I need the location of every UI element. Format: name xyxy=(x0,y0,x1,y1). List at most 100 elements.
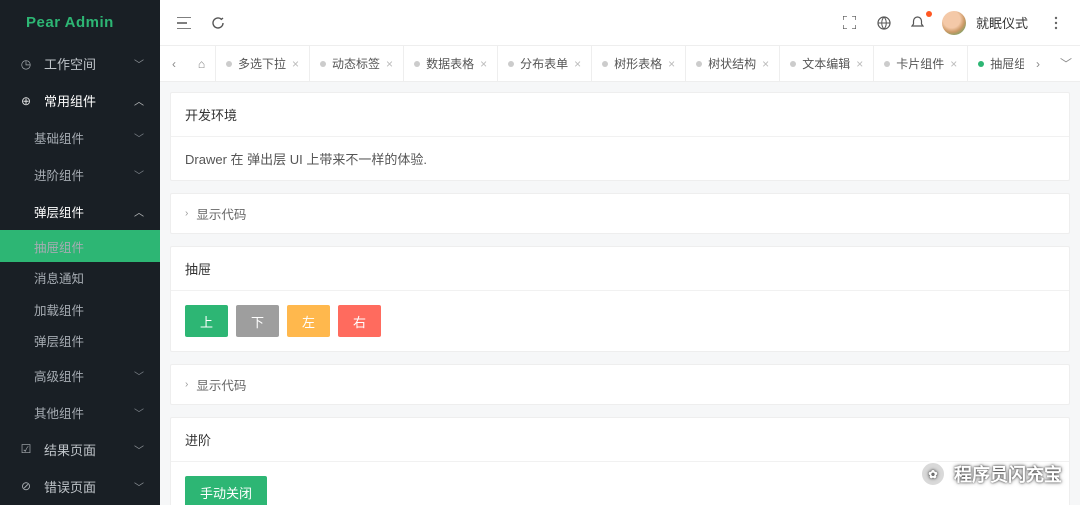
card-title: 抽屉 xyxy=(171,247,1069,291)
tabs-scroll-right[interactable]: › xyxy=(1024,46,1052,81)
tab-dot-icon xyxy=(320,61,326,67)
tab-dot-icon xyxy=(414,61,420,67)
close-icon[interactable]: × xyxy=(762,57,769,71)
menu-label: 工作空间 xyxy=(44,54,96,73)
tab-label: 树形表格 xyxy=(614,55,662,72)
tab-label: 文本编辑 xyxy=(802,55,850,72)
tab-dot-icon xyxy=(884,61,890,67)
language-button[interactable] xyxy=(870,9,898,37)
chevron-down-icon: ﹀ xyxy=(134,130,144,145)
tab-label: 动态标签 xyxy=(332,55,380,72)
sidebar: Pear Admin ◷ 工作空间 ﹀ ⊕ 常用组件 ︿ 基础组件 ﹀ 进阶组件… xyxy=(0,0,160,505)
close-icon[interactable]: × xyxy=(480,57,487,71)
tab-dot-icon xyxy=(978,61,984,67)
username[interactable]: 就眠仪式 xyxy=(976,13,1036,32)
drawer-down-button[interactable]: 下 xyxy=(236,305,279,337)
card-advanced: 进阶 手动关闭 xyxy=(170,417,1070,505)
tab-drawer[interactable]: 抽屉组件× xyxy=(968,46,1024,81)
menu-indent-icon xyxy=(177,17,191,29)
tab-label: 树状结构 xyxy=(708,55,756,72)
close-icon[interactable]: × xyxy=(292,57,299,71)
tab-dot-icon xyxy=(696,61,702,67)
globe-icon xyxy=(877,16,891,30)
close-icon[interactable]: × xyxy=(950,57,957,71)
menu-components[interactable]: ⊕ 常用组件 ︿ xyxy=(0,82,160,119)
topbar: 就眠仪式 xyxy=(160,0,1080,46)
chevron-down-icon: ﹀ xyxy=(134,442,144,457)
tab-label: 卡片组件 xyxy=(896,55,944,72)
chevron-down-icon: ﹀ xyxy=(134,56,144,71)
tab-text-editor[interactable]: 文本编辑 × xyxy=(780,46,874,81)
menu-label: 结果页面 xyxy=(44,440,96,459)
more-vertical-icon xyxy=(1054,16,1058,30)
menu-drawer[interactable]: 抽屉组件 xyxy=(0,230,160,262)
refresh-icon xyxy=(211,16,225,30)
chevron-right-icon: › xyxy=(185,208,188,219)
menu-other-components[interactable]: 其他组件 ﹀ xyxy=(0,394,160,431)
drawer-left-button[interactable]: 左 xyxy=(287,305,330,337)
menu-result-pages[interactable]: ☑ 结果页面 ﹀ xyxy=(0,431,160,468)
menu-label: 弹层组件 xyxy=(34,202,84,221)
card-title: 开发环境 xyxy=(171,93,1069,137)
chevron-up-icon: ︿ xyxy=(134,93,144,108)
tab-tree-struct[interactable]: 树状结构 × xyxy=(686,46,780,81)
menu-notification[interactable]: 消息通知 xyxy=(0,262,160,294)
fullscreen-button[interactable] xyxy=(836,9,864,37)
chevron-down-icon: ﹀ xyxy=(134,479,144,494)
close-icon[interactable]: × xyxy=(856,57,863,71)
card-drawer: 抽屉 上 下 左 右 xyxy=(170,246,1070,352)
clock-icon: ◷ xyxy=(18,57,34,71)
tab-label: 抽屉组件 xyxy=(990,55,1024,72)
tabs-scroll-left[interactable]: ‹ xyxy=(160,46,188,81)
manual-close-button[interactable]: 手动关闭 xyxy=(185,476,267,505)
notifications-button[interactable] xyxy=(904,9,932,37)
menu-layer[interactable]: 弹层组件 xyxy=(0,325,160,357)
chevron-down-icon: ﹀ xyxy=(134,368,144,383)
drawer-right-button[interactable]: 右 xyxy=(338,305,381,337)
avatar[interactable] xyxy=(942,11,966,35)
menu-label: 错误页面 xyxy=(44,477,96,496)
menu-label: 高级组件 xyxy=(34,366,84,385)
cube-icon: ⊕ xyxy=(18,94,34,108)
card-body: Drawer 在 弹出层 UI 上带来不一样的体验. xyxy=(171,137,1069,180)
tab-tree-table[interactable]: 树形表格 × xyxy=(592,46,686,81)
tabs-bar: ‹ ⌂ 多选下拉 × 动态标签 × 数据表格 × 分布表单 × 树形表格 × 树状结构 × … xyxy=(160,46,1080,82)
tab-dynamic-tag[interactable]: 动态标签 × xyxy=(310,46,404,81)
more-button[interactable] xyxy=(1042,9,1070,37)
content: 开发环境 Drawer 在 弹出层 UI 上带来不一样的体验. › 显示代码 抽屉… xyxy=(160,82,1080,505)
tab-label: 分布表单 xyxy=(520,55,568,72)
tab-home[interactable]: ⌂ xyxy=(188,46,216,81)
tab-data-table[interactable]: 数据表格 × xyxy=(404,46,498,81)
collapse-show-code-1[interactable]: › 显示代码 xyxy=(170,193,1070,234)
collapse-sidebar-button[interactable] xyxy=(170,9,198,37)
drawer-up-button[interactable]: 上 xyxy=(185,305,228,337)
tab-label: 多选下拉 xyxy=(238,55,286,72)
menu-basic-components[interactable]: 基础组件 ﹀ xyxy=(0,119,160,156)
close-icon[interactable]: × xyxy=(668,57,675,71)
refresh-button[interactable] xyxy=(204,9,232,37)
menu-advanced-components[interactable]: 进阶组件 ﹀ xyxy=(0,156,160,193)
menu-senior-components[interactable]: 高级组件 ﹀ xyxy=(0,357,160,394)
card-dev-env: 开发环境 Drawer 在 弹出层 UI 上带来不一样的体验. xyxy=(170,92,1070,181)
tab-card[interactable]: 卡片组件 × xyxy=(874,46,968,81)
tab-step-form[interactable]: 分布表单 × xyxy=(498,46,592,81)
card-title: 进阶 xyxy=(171,418,1069,462)
menu-error-pages[interactable]: ⊘ 错误页面 ﹀ xyxy=(0,468,160,505)
menu-label: 加载组件 xyxy=(34,300,84,319)
collapse-label: 显示代码 xyxy=(196,204,246,223)
collapse-show-code-2[interactable]: ›显示代码 xyxy=(170,364,1070,405)
menu-layer-components[interactable]: 弹层组件 ︿ xyxy=(0,193,160,230)
menu-loading[interactable]: 加载组件 xyxy=(0,294,160,326)
menu-label: 基础组件 xyxy=(34,128,84,147)
menu-label: 其他组件 xyxy=(34,403,84,422)
tabs-dropdown[interactable]: ﹀ xyxy=(1052,46,1080,81)
close-icon[interactable]: × xyxy=(574,57,581,71)
menu-workspace[interactable]: ◷ 工作空间 ﹀ xyxy=(0,45,160,82)
check-icon: ☑ xyxy=(18,442,34,456)
menu-label: 抽屉组件 xyxy=(34,237,84,256)
tabs: 多选下拉 × 动态标签 × 数据表格 × 分布表单 × 树形表格 × 树状结构 × 文本编辑… xyxy=(216,46,1024,81)
tab-label: 数据表格 xyxy=(426,55,474,72)
tab-multi-select[interactable]: 多选下拉 × xyxy=(216,46,310,81)
close-icon[interactable]: × xyxy=(386,57,393,71)
menu-label: 进阶组件 xyxy=(34,165,84,184)
